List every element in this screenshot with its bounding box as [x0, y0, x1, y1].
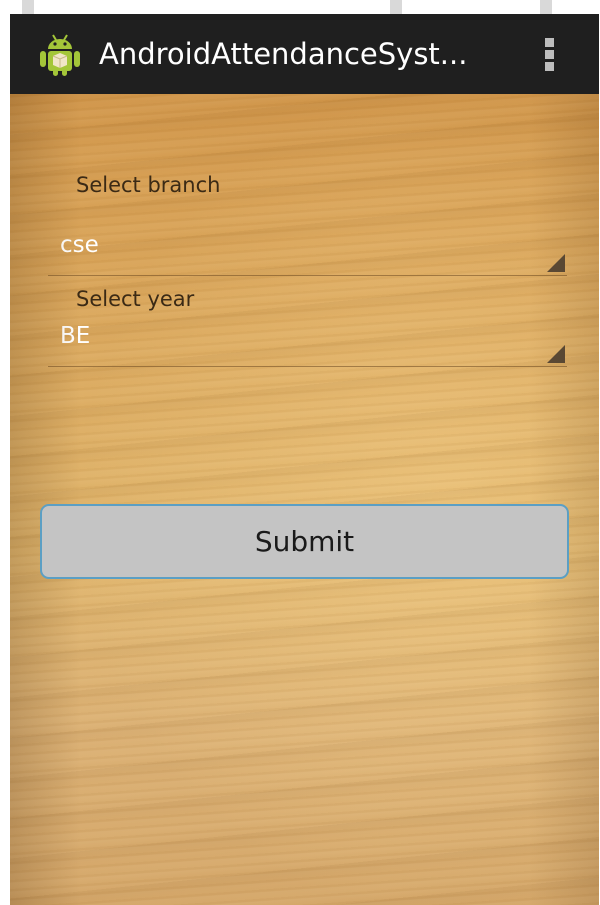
phone-screen: AndroidAttendanceSyst... Select branch c…	[10, 14, 599, 905]
branch-spinner[interactable]: cse	[48, 230, 567, 276]
document-caption-strip	[0, 0, 600, 14]
dropdown-arrow-icon	[547, 345, 565, 363]
year-spinner[interactable]: BE	[48, 321, 567, 367]
page-edge-mark	[390, 0, 402, 14]
page-edge-mark	[22, 0, 34, 14]
android-robot-icon[interactable]	[37, 32, 83, 76]
branch-selected-value: cse	[60, 232, 99, 258]
app-title: AndroidAttendanceSyst...	[99, 37, 468, 71]
submit-button[interactable]: Submit	[40, 504, 569, 579]
year-selected-value: BE	[60, 323, 91, 349]
branch-label: Select branch	[76, 173, 221, 197]
action-bar: AndroidAttendanceSyst...	[10, 14, 599, 94]
spinner-underline	[48, 275, 567, 276]
dropdown-arrow-icon	[547, 254, 565, 272]
overflow-menu-icon[interactable]	[535, 32, 565, 76]
spinner-underline	[48, 366, 567, 367]
page-edge-mark	[540, 0, 552, 14]
year-label: Select year	[76, 287, 195, 311]
